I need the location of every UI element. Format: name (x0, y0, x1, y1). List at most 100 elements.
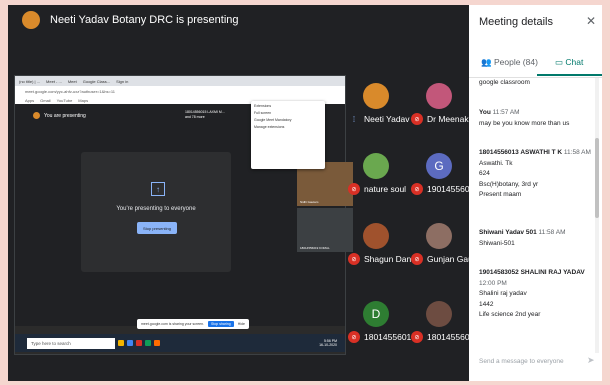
popup-item[interactable]: Google Meet Mandatory (254, 118, 322, 122)
participant-tile[interactable]: ⁞ Neeti Yadav B... (348, 77, 412, 131)
chat-input[interactable]: Send a message to everyone (479, 358, 564, 365)
chat-sender: 18014556013 ASWATHI T K 11:58 AM (479, 149, 591, 156)
chat-message: google classroom (479, 78, 597, 89)
participant-name: Gunjan Gauta... (427, 254, 469, 264)
participant-tile[interactable]: ⊘ Gunjan Gauta... (411, 217, 469, 271)
people-tab-label: People (84) (493, 57, 538, 67)
participant-avatar (426, 83, 452, 109)
taskbar-clock: 5:56 PM 16-10-2020 (319, 339, 337, 347)
bookmark-item: YouTube (56, 97, 73, 103)
chat-time: 11:57 AM (492, 109, 520, 116)
chat-sender: You 11:57 AM (479, 109, 520, 116)
close-icon[interactable]: ✕ (586, 14, 596, 28)
browser-tab: Sign in (116, 78, 129, 84)
participant-avatar (363, 223, 389, 249)
inner-more-line: and 78 more (185, 115, 205, 119)
chrome-icon[interactable] (127, 340, 133, 346)
extensions-popup[interactable]: Extensions Full screen Google Meet Manda… (251, 101, 325, 169)
participant-name: Neeti Yadav B... (364, 114, 412, 124)
chat-message: You 11:57 AM may be you know more than us (479, 108, 597, 129)
chat-text: Shiwani-501 (479, 239, 515, 247)
active-tab-indicator (537, 74, 602, 76)
participant-name: 18014556019... (427, 332, 469, 342)
browser-tabs: (no title) | ... Meet - ... Meet Google … (15, 76, 345, 86)
participant-avatar: G (426, 153, 452, 179)
chat-text: may be you know more than us (479, 119, 570, 127)
popup-item[interactable]: Full screen (254, 111, 322, 115)
meeting-details-panel: Meeting details ✕ 👥 People (84) ▭ Chat g… (469, 5, 602, 381)
chat-text: Life science 2nd year (479, 311, 541, 318)
app-icon[interactable] (136, 340, 142, 346)
chat-sender: 19014583052 SHALINI RAJ YADAV 12:00 PM (479, 269, 585, 287)
mini-avatar (33, 112, 40, 119)
chat-messages[interactable]: google classroom You 11:57 AM may be you k… (469, 78, 602, 353)
chat-sender: Shiwani Yadav 501 11:58 AM (479, 229, 566, 236)
browser-tab: (no title) | ... (19, 78, 41, 84)
chat-time: 12:00 PM (479, 279, 507, 287)
chat-text: 624 (479, 170, 490, 177)
presenter-bar: Neeti Yadav Botany DRC is presenting (8, 5, 469, 35)
mic-off-icon: ⊘ (348, 183, 360, 195)
participant-name: Dr Meenakshi... (427, 114, 469, 124)
mic-off-icon: ⊘ (411, 253, 423, 265)
participant-tile[interactable]: ⊘ Shagun Danda (348, 217, 412, 271)
people-icon: 👥 (481, 57, 492, 67)
shared-screen[interactable]: (no title) | ... Meet - ... Meet Google … (14, 75, 353, 355)
inner-participant-grid: Nidhi Gautam 18014556019 KOMAL (297, 162, 355, 292)
chat-message: 18014556013 ASWATHI T K 11:58 AM Aswathi.… (479, 148, 597, 201)
app-icon[interactable] (145, 340, 151, 346)
present-screen-icon: ↑ (151, 182, 165, 196)
mic-off-icon: ⊘ (348, 331, 360, 343)
participant-tile[interactable]: ⊘ Dr Meenakshi... (411, 77, 469, 131)
browser-tab: Meet (67, 78, 77, 84)
presenting-title: Neeti Yadav Botany DRC is presenting (50, 14, 239, 26)
browser-tab: Meet - ... (46, 78, 62, 84)
chat-text: 1442 (479, 300, 494, 308)
browser-tab: Google Class... (82, 78, 111, 84)
participant-tile[interactable]: D⊘ 18014556015... (348, 295, 412, 349)
app-icon[interactable] (154, 340, 160, 346)
participant-name: 19014556007... (427, 184, 469, 194)
popup-item: Extensions (254, 104, 272, 108)
presenting-card: ↑ You're presenting to everyone Stop pre… (81, 152, 231, 272)
chat-message: Shiwani Yadav 501 11:58 AM Shiwani-501 (479, 228, 597, 249)
chat-time: 11:58 AM (563, 149, 591, 156)
mic-off-icon: ⊘ (411, 331, 423, 343)
stop-presenting-button[interactable]: Stop presenting (137, 222, 177, 234)
clock-date: 16-10-2020 (319, 343, 337, 347)
participant-name: Shagun Danda (364, 254, 412, 264)
popup-item[interactable]: Manage extensions (254, 125, 322, 129)
windows-taskbar: Type here to search 5:56 PM 16-10-2020 (15, 334, 345, 352)
mic-off-icon: ⊘ (411, 113, 423, 125)
taskbar-search[interactable]: Type here to search (27, 337, 115, 349)
participant-tile[interactable]: ⊘ 18014556019... (411, 295, 469, 349)
meet-main-area: Neeti Yadav Botany DRC is presenting (no… (8, 5, 469, 381)
mic-on-icon: ⁞ (352, 114, 356, 124)
hide-button[interactable]: Hide (238, 322, 245, 326)
browser-address-bar: meet.google.com/yyc-ahfv-uxz?authuser=1&… (15, 86, 345, 96)
inner-tile: 18014556019 KOMAL (297, 208, 353, 252)
send-icon[interactable]: ➤ (587, 355, 595, 366)
tab-people[interactable]: 👥 People (84) (481, 57, 538, 68)
share-bar-text: meet.google.com is sharing your screen. (141, 322, 205, 326)
participant-tile[interactable]: ⊘ nature soul (348, 147, 406, 201)
presenting-to-everyone: You're presenting to everyone (116, 206, 196, 212)
participant-avatar: D (363, 301, 389, 327)
bookmark-item: Gmail (40, 97, 51, 103)
chat-tab-label: Chat (565, 57, 584, 67)
inner-tile-name: 18014556019 KOMAL (300, 246, 330, 250)
participant-avatar (426, 301, 452, 327)
participant-name: 18014556015... (364, 332, 412, 342)
stop-sharing-button[interactable]: Stop sharing (208, 321, 234, 327)
chat-text: Aswathi. Tk (479, 159, 513, 167)
participant-tile[interactable]: G⊘ 19014556007... (411, 147, 469, 201)
chat-message: 19014583052 SHALINI RAJ YADAV 12:00 PM Sh… (479, 268, 597, 321)
mic-off-icon: ⊘ (411, 183, 423, 195)
chat-text: Shalini raj yadav (479, 290, 527, 297)
chat-text: Bsc(H)botany, 3rd yr (479, 180, 539, 188)
chat-text: google classroom (479, 79, 530, 86)
tab-chat[interactable]: ▭ Chat (555, 57, 583, 68)
panel-title: Meeting details (479, 16, 553, 28)
inner-participant-count: 18014556015 LAXMI M... and 78 more (185, 110, 225, 120)
folder-icon[interactable] (118, 340, 124, 346)
